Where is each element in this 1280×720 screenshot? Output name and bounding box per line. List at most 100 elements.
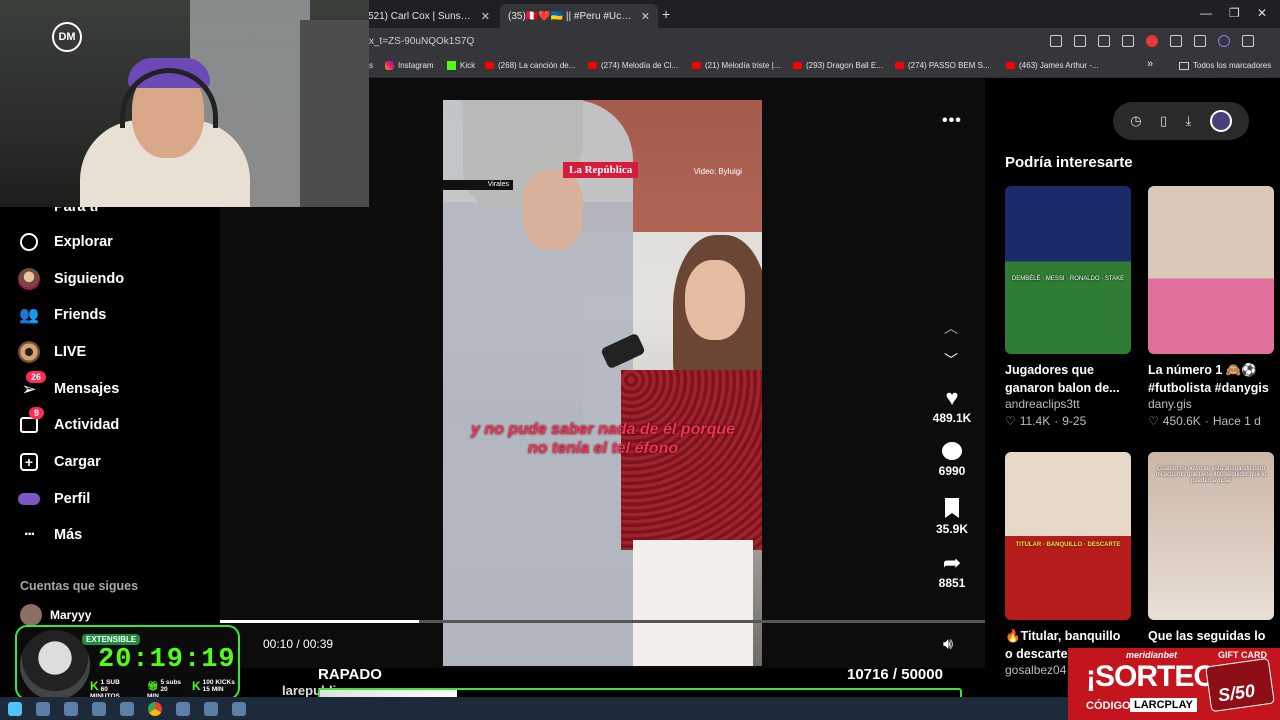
windows-start-icon[interactable]: [8, 701, 22, 716]
sidebar-item-more[interactable]: ··· Más: [18, 524, 82, 546]
bookmark-icon: [945, 498, 959, 518]
bookmark-item[interactable]: (463) James Arthur -...: [1006, 61, 1099, 70]
recommendations-title: Podría interesarte: [1005, 154, 1133, 171]
bookmark-item[interactable]: Kick: [447, 61, 475, 70]
sidebar-item-following[interactable]: Siguiendo: [18, 268, 124, 290]
puzzle-icon[interactable]: [1170, 35, 1182, 47]
bookmarks-overflow[interactable]: »: [1147, 58, 1153, 70]
star-icon[interactable]: [1098, 35, 1110, 47]
minimize-icon[interactable]: —: [1200, 6, 1212, 20]
menu-icon[interactable]: [1242, 35, 1254, 47]
save-button[interactable]: 35.9K: [926, 496, 978, 536]
browser-tab[interactable]: 521) Carl Cox | Sunset Ove ✕: [360, 4, 498, 28]
new-tab-icon[interactable]: +: [662, 6, 670, 22]
sidebar-item-messages[interactable]: ➢ 26 Mensajes: [18, 371, 119, 400]
share-button[interactable]: ➦ 8851: [926, 550, 978, 590]
comment-button[interactable]: 6990: [926, 438, 978, 478]
timer-chip: K 100 KICKs 15 MIN: [192, 679, 235, 693]
like-count: 489.1K: [932, 411, 972, 425]
video-frame[interactable]: La República Virales Video: Byluigi y no…: [443, 100, 762, 666]
recommendation-card[interactable]: La número 1 🙈⚽ #futbolista #danygis dany…: [1148, 186, 1274, 428]
chevron-down-icon[interactable]: ﹀: [944, 350, 958, 370]
bookmark-item[interactable]: Instagram: [385, 61, 434, 70]
download-icon[interactable]: ⤓: [1186, 113, 1192, 129]
sidebar-item-live[interactable]: LIVE: [18, 341, 86, 363]
bookmark-item[interactable]: s: [369, 61, 373, 70]
sidebar-item-profile[interactable]: Perfil: [18, 488, 90, 510]
sidebar-item-label: Friends: [54, 307, 107, 323]
avatar[interactable]: [1209, 110, 1232, 132]
heart-icon: ♡: [1005, 414, 1016, 428]
mascot-avatar: [20, 630, 90, 700]
device-icon[interactable]: ▯: [1160, 113, 1167, 129]
close-icon[interactable]: ✕: [641, 10, 650, 23]
share-icon: ➦: [942, 550, 962, 575]
extension-icon[interactable]: [1122, 35, 1134, 47]
thumbnail-text: Cuando mi novio se está ahogando pero mi…: [1155, 466, 1267, 484]
close-icon[interactable]: ✕: [481, 10, 490, 23]
browser-tab-active[interactable]: (35)🇵🇪❤️🇺🇦 || #Peru #Ucran ✕: [500, 4, 658, 28]
compass-icon: [18, 231, 40, 253]
speed-icon[interactable]: ◷: [1130, 113, 1141, 129]
volume-icon[interactable]: 🔊︎: [943, 636, 953, 654]
following-account[interactable]: Maryyy: [20, 604, 91, 626]
bookmark-item[interactable]: (268) La canción de...: [485, 61, 575, 70]
windows-taskbar: [0, 697, 1068, 720]
restore-icon[interactable]: ❐: [1229, 6, 1240, 20]
media-icon[interactable]: [1194, 35, 1206, 47]
recommendation-date: 9-25: [1062, 414, 1087, 428]
goal-target: / 50000: [892, 666, 943, 683]
search-icon[interactable]: [36, 701, 50, 716]
separator: ·: [1054, 414, 1059, 428]
interviewee-face: [685, 260, 745, 340]
url-text[interactable]: x_t=ZS-90uNQOk1S7Q: [369, 36, 474, 47]
taskbar-app-icon[interactable]: [92, 701, 106, 716]
cast-icon[interactable]: [1050, 35, 1062, 47]
tab-label: 521) Carl Cox | Sunset Ove: [368, 10, 473, 22]
sidebar-item-label: Explorar: [54, 234, 113, 250]
following-account-name: Maryyy: [50, 608, 92, 622]
comment-icon: [942, 442, 962, 460]
recommendation-date: Hace 1 d: [1212, 414, 1261, 428]
sidebar-item-explore[interactable]: Explorar: [18, 231, 113, 253]
edge-icon[interactable]: [120, 701, 134, 716]
tab-label: (35)🇵🇪❤️🇺🇦 || #Peru #Ucran: [508, 10, 633, 22]
recommendation-card[interactable]: Cuando mi novio se está ahogando pero mi…: [1148, 452, 1274, 663]
chevron-up-icon[interactable]: ︿: [944, 318, 958, 338]
taskbar-app-icon[interactable]: [204, 701, 218, 716]
zoom-icon[interactable]: [1074, 35, 1086, 47]
recommendation-thumbnail: TITULAR · BANQUILLO · DESCARTE: [1005, 452, 1131, 620]
recommendation-card[interactable]: TITULAR · BANQUILLO · DESCARTE 🔥Titular,…: [1005, 452, 1131, 677]
taskbar-app-icon[interactable]: [176, 701, 190, 716]
bookmark-item[interactable]: (274) Melodía de Cl...: [588, 61, 678, 70]
youtube-icon: [588, 62, 597, 69]
taskbar-app-icon[interactable]: [232, 701, 246, 716]
bookmark-item[interactable]: (293) Dragon Ball E...: [793, 61, 883, 70]
messages-badge: 26: [26, 371, 47, 383]
profile-icon[interactable]: [1218, 35, 1230, 47]
task-view-icon[interactable]: [64, 701, 78, 716]
kick-icon: K: [90, 679, 99, 693]
extension-red-icon[interactable]: [1146, 35, 1158, 47]
sidebar-item-activity[interactable]: 9 Actividad: [18, 407, 119, 436]
sidebar-item-friends[interactable]: 👥 Friends: [18, 304, 106, 326]
bookmark-item[interactable]: (21) Melodía triste |...: [692, 61, 780, 70]
chip-line: 100 KICKs: [202, 679, 235, 686]
bookmark-label: (293) Dragon Ball E...: [806, 61, 883, 70]
goal-label: RAPADO: [318, 666, 382, 683]
bookmark-label: s: [369, 61, 373, 70]
activity-badge: 9: [29, 407, 45, 419]
recommendation-meta: ♡ 11.4K · 9-25: [1005, 414, 1131, 428]
all-bookmarks[interactable]: Todos los marcadores: [1179, 61, 1271, 70]
close-window-icon[interactable]: ✕: [1257, 6, 1267, 20]
like-button[interactable]: ♥ 489.1K: [926, 385, 978, 425]
activity-icon: 9: [18, 407, 45, 436]
streamer-webcam: DM: [0, 0, 369, 207]
bookmark-item[interactable]: (274) PASSO BEM S...: [895, 61, 990, 70]
messages-icon: ➢ 26: [18, 371, 47, 400]
video-progress-bar[interactable]: [220, 620, 985, 623]
recommendation-card[interactable]: DEMBÉLÉ · MESSI · RONALDO · STAKE Jugado…: [1005, 186, 1131, 428]
chrome-icon[interactable]: [148, 701, 162, 716]
sidebar-item-upload[interactable]: + Cargar: [18, 451, 101, 473]
more-options-icon[interactable]: •••: [942, 112, 962, 130]
